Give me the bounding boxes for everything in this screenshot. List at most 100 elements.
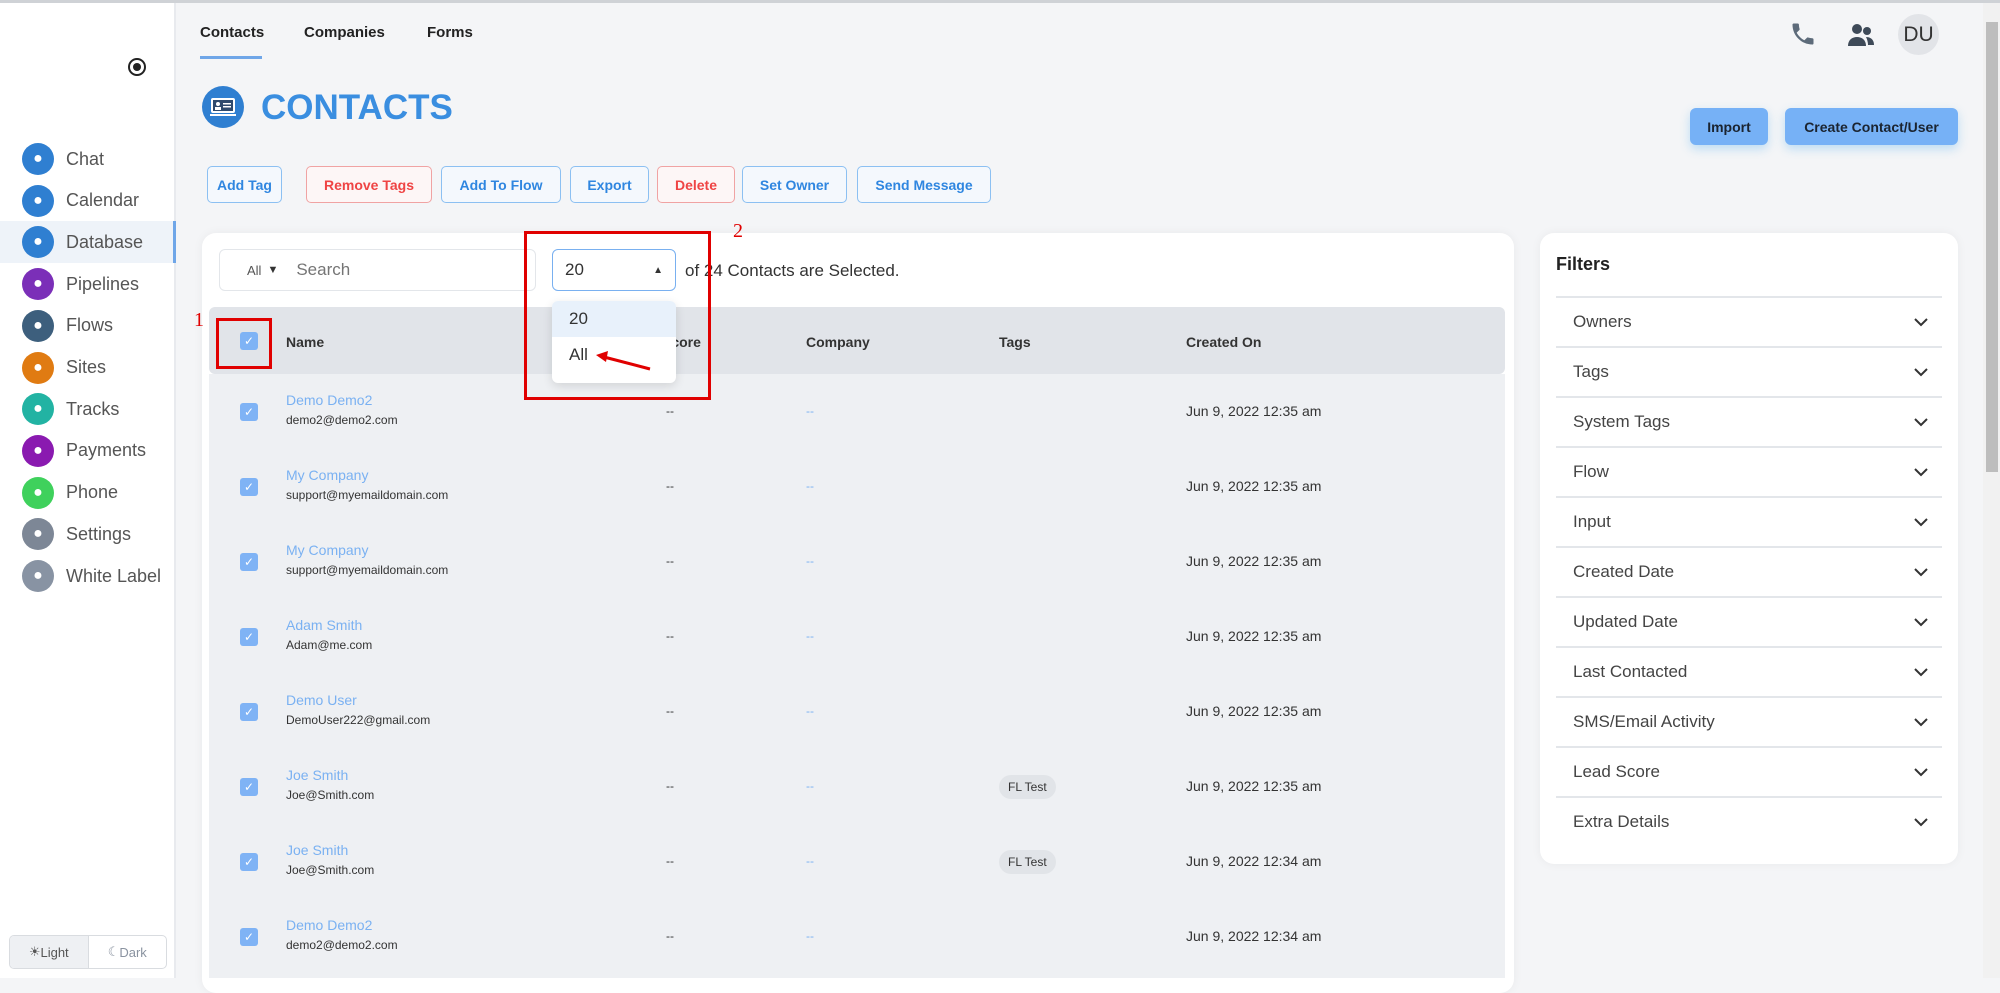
theme-toggle[interactable]: ☀ Light ☾ Dark <box>9 935 167 969</box>
sidebar-item-calendar[interactable]: ● Calendar <box>0 180 176 222</box>
sidebar-item-payments[interactable]: ● Payments <box>0 430 176 472</box>
avatar[interactable]: DU <box>1898 14 1939 55</box>
search-box[interactable]: All ▼ <box>219 249 536 291</box>
table-row[interactable]: ✓ Demo User DemoUser222@gmail.com -- -- … <box>209 674 1505 749</box>
chevron-down-icon <box>1914 417 1928 426</box>
sidebar-item-phone[interactable]: ● Phone <box>0 472 176 514</box>
contact-email: Adam@me.com <box>286 638 373 652</box>
row-checkbox[interactable]: ✓ <box>240 703 258 721</box>
contact-company[interactable]: -- <box>806 929 814 943</box>
delete-button[interactable]: Delete <box>657 166 735 203</box>
import-button[interactable]: Import <box>1690 108 1768 145</box>
row-checkbox[interactable]: ✓ <box>240 778 258 796</box>
filter-tags[interactable]: Tags <box>1556 346 1942 396</box>
filter-sms-email-activity[interactable]: SMS/Email Activity <box>1556 696 1942 746</box>
contact-company[interactable]: -- <box>806 629 814 643</box>
row-checkbox[interactable]: ✓ <box>240 853 258 871</box>
contact-score: -- <box>666 929 674 943</box>
table-row[interactable]: ✓ My Company support@myemaildomain.com -… <box>209 524 1505 599</box>
filter-last-contacted[interactable]: Last Contacted <box>1556 646 1942 696</box>
column-name[interactable]: Name <box>286 334 324 350</box>
row-checkbox[interactable]: ✓ <box>240 628 258 646</box>
add-tag-button[interactable]: Add Tag <box>207 166 282 203</box>
contact-name-link[interactable]: Demo Demo2 <box>286 392 372 408</box>
filter-extra-details[interactable]: Extra Details <box>1556 796 1942 846</box>
contact-name-link[interactable]: My Company <box>286 542 368 558</box>
send-message-button[interactable]: Send Message <box>857 166 991 203</box>
search-input[interactable] <box>296 260 517 280</box>
column-created-on[interactable]: Created On <box>1186 334 1261 350</box>
sidebar-item-chat[interactable]: ● Chat <box>0 138 176 180</box>
contact-company[interactable]: -- <box>806 554 814 568</box>
search-scope-select[interactable]: All <box>247 263 261 278</box>
filter-created-date[interactable]: Created Date <box>1556 546 1942 596</box>
contact-score: -- <box>666 704 674 718</box>
scrollbar-thumb[interactable] <box>1986 22 1998 472</box>
table-row[interactable]: ✓ Demo Demo2 demo2@demo2.com -- -- Jun 9… <box>209 899 1505 974</box>
phone-icon[interactable] <box>1789 20 1817 48</box>
contact-name-link[interactable]: Adam Smith <box>286 617 362 633</box>
row-checkbox[interactable]: ✓ <box>240 403 258 421</box>
tab-contacts[interactable]: Contacts <box>200 24 264 41</box>
filter-lead-score[interactable]: Lead Score <box>1556 746 1942 796</box>
annotation-box-2 <box>524 231 711 400</box>
tab-companies[interactable]: Companies <box>304 24 385 41</box>
tab-forms[interactable]: Forms <box>427 24 473 41</box>
contact-score: -- <box>666 404 674 418</box>
export-button[interactable]: Export <box>570 166 649 203</box>
payments-icon: ● <box>22 434 54 467</box>
settings-icon: ● <box>22 518 54 551</box>
row-checkbox[interactable]: ✓ <box>240 928 258 946</box>
row-checkbox[interactable]: ✓ <box>240 553 258 571</box>
contact-score: -- <box>666 554 674 568</box>
sidebar-item-flows[interactable]: ● Flows <box>0 305 176 347</box>
table-row[interactable]: ✓ Adam Smith Adam@me.com -- -- Jun 9, 20… <box>209 599 1505 674</box>
contact-email: Joe@Smith.com <box>286 788 375 802</box>
create-contact-button[interactable]: Create Contact/User <box>1785 108 1958 145</box>
contact-name-link[interactable]: Joe Smith <box>286 842 348 858</box>
contact-name-link[interactable]: Demo User <box>286 692 357 708</box>
contact-name-link[interactable]: My Company <box>286 467 368 483</box>
lightbulb-icon: ● <box>22 351 54 384</box>
contact-name-link[interactable]: Demo Demo2 <box>286 917 372 933</box>
filter-owners[interactable]: Owners <box>1556 296 1942 346</box>
contact-company[interactable]: -- <box>806 854 814 868</box>
filter-system-tags[interactable]: System Tags <box>1556 396 1942 446</box>
filter-flow[interactable]: Flow <box>1556 446 1942 496</box>
contacts-card-icon <box>202 86 244 128</box>
table-row[interactable]: ✓ My Company support@myemaildomain.com -… <box>209 449 1505 524</box>
column-tags[interactable]: Tags <box>999 334 1031 350</box>
set-owner-button[interactable]: Set Owner <box>742 166 847 203</box>
remove-tags-button[interactable]: Remove Tags <box>306 166 432 203</box>
table-row[interactable]: ✓ Joe Smith Joe@Smith.com -- -- FL Test … <box>209 749 1505 824</box>
page-title: CONTACTS <box>261 88 453 127</box>
filter-updated-date[interactable]: Updated Date <box>1556 596 1942 646</box>
tag-chip[interactable]: FL Test <box>999 850 1056 874</box>
contact-company[interactable]: -- <box>806 479 814 493</box>
theme-dark-button[interactable]: ☾ Dark <box>89 936 167 968</box>
sidebar-item-pipelines[interactable]: ● Pipelines <box>0 263 176 305</box>
theme-light-button[interactable]: ☀ Light <box>10 936 89 968</box>
tag-chip[interactable]: FL Test <box>999 775 1056 799</box>
sidebar-item-settings[interactable]: ● Settings <box>0 513 176 555</box>
contact-company[interactable]: -- <box>806 779 814 793</box>
chat-icon: ● <box>22 143 54 175</box>
sidebar-item-sites[interactable]: ● Sites <box>0 347 176 389</box>
sidebar-item-tracks[interactable]: ● Tracks <box>0 388 176 430</box>
contacts-icon[interactable] <box>1847 22 1875 48</box>
contact-email: support@myemaildomain.com <box>286 563 449 577</box>
contact-created-on: Jun 9, 2022 12:35 am <box>1186 628 1322 644</box>
table-row[interactable]: ✓ Joe Smith Joe@Smith.com -- -- FL Test … <box>209 824 1505 899</box>
add-to-flow-button[interactable]: Add To Flow <box>441 166 561 203</box>
record-icon[interactable] <box>128 58 146 76</box>
contact-created-on: Jun 9, 2022 12:35 am <box>1186 478 1322 494</box>
contact-company[interactable]: -- <box>806 704 814 718</box>
table-row[interactable]: ✓ Demo Demo2 demo2@demo2.com -- -- Jun 9… <box>209 374 1505 449</box>
sidebar-item-white-label[interactable]: ● White Label <box>0 555 176 597</box>
contact-name-link[interactable]: Joe Smith <box>286 767 348 783</box>
sidebar-item-database[interactable]: ● Database <box>0 221 176 264</box>
filter-input[interactable]: Input <box>1556 496 1942 546</box>
row-checkbox[interactable]: ✓ <box>240 478 258 496</box>
column-company[interactable]: Company <box>806 334 870 350</box>
contact-company[interactable]: -- <box>806 404 814 418</box>
